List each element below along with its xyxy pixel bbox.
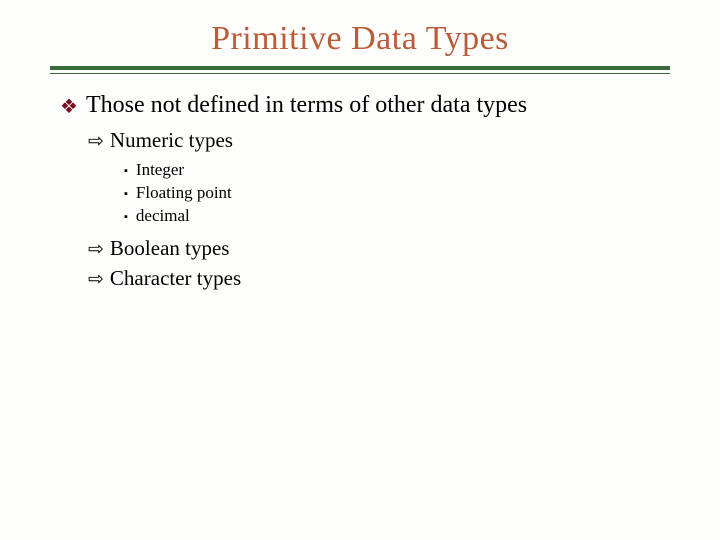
arrow-bullet-icon: ⇨ <box>88 236 104 264</box>
bullet-text: Numeric types <box>110 128 233 153</box>
title-underline <box>50 66 670 74</box>
arrow-bullet-icon: ⇨ <box>88 266 104 294</box>
bullet-text: Those not defined in terms of other data… <box>86 92 527 119</box>
diamond-bullet-icon: ❖ <box>60 92 78 122</box>
bullet-level-2: ⇨ Character types <box>88 266 680 294</box>
bullet-text: Boolean types <box>110 236 230 261</box>
square-bullet-icon: ▪ <box>124 160 128 182</box>
arrow-bullet-icon: ⇨ <box>88 128 104 156</box>
bullet-text: Character types <box>110 266 241 291</box>
bullet-level-3-group: ▪ Integer ▪ Floating point ▪ decimal <box>60 160 680 228</box>
bullet-level-3: ▪ Floating point <box>124 183 680 205</box>
bullet-text: Floating point <box>136 183 232 203</box>
bullet-level-2: ⇨ Numeric types <box>88 128 680 156</box>
bullet-level-3: ▪ Integer <box>124 160 680 182</box>
slide-content: ❖ Those not defined in terms of other da… <box>40 92 680 294</box>
bullet-level-2: ⇨ Boolean types <box>88 236 680 264</box>
bullet-text: Integer <box>136 160 184 180</box>
slide: Primitive Data Types ❖ Those not defined… <box>0 0 720 540</box>
square-bullet-icon: ▪ <box>124 183 128 205</box>
bullet-level-3: ▪ decimal <box>124 206 680 228</box>
bullet-text: decimal <box>136 206 190 226</box>
bullet-level-1: ❖ Those not defined in terms of other da… <box>60 92 680 122</box>
slide-title: Primitive Data Types <box>40 20 680 58</box>
square-bullet-icon: ▪ <box>124 206 128 228</box>
